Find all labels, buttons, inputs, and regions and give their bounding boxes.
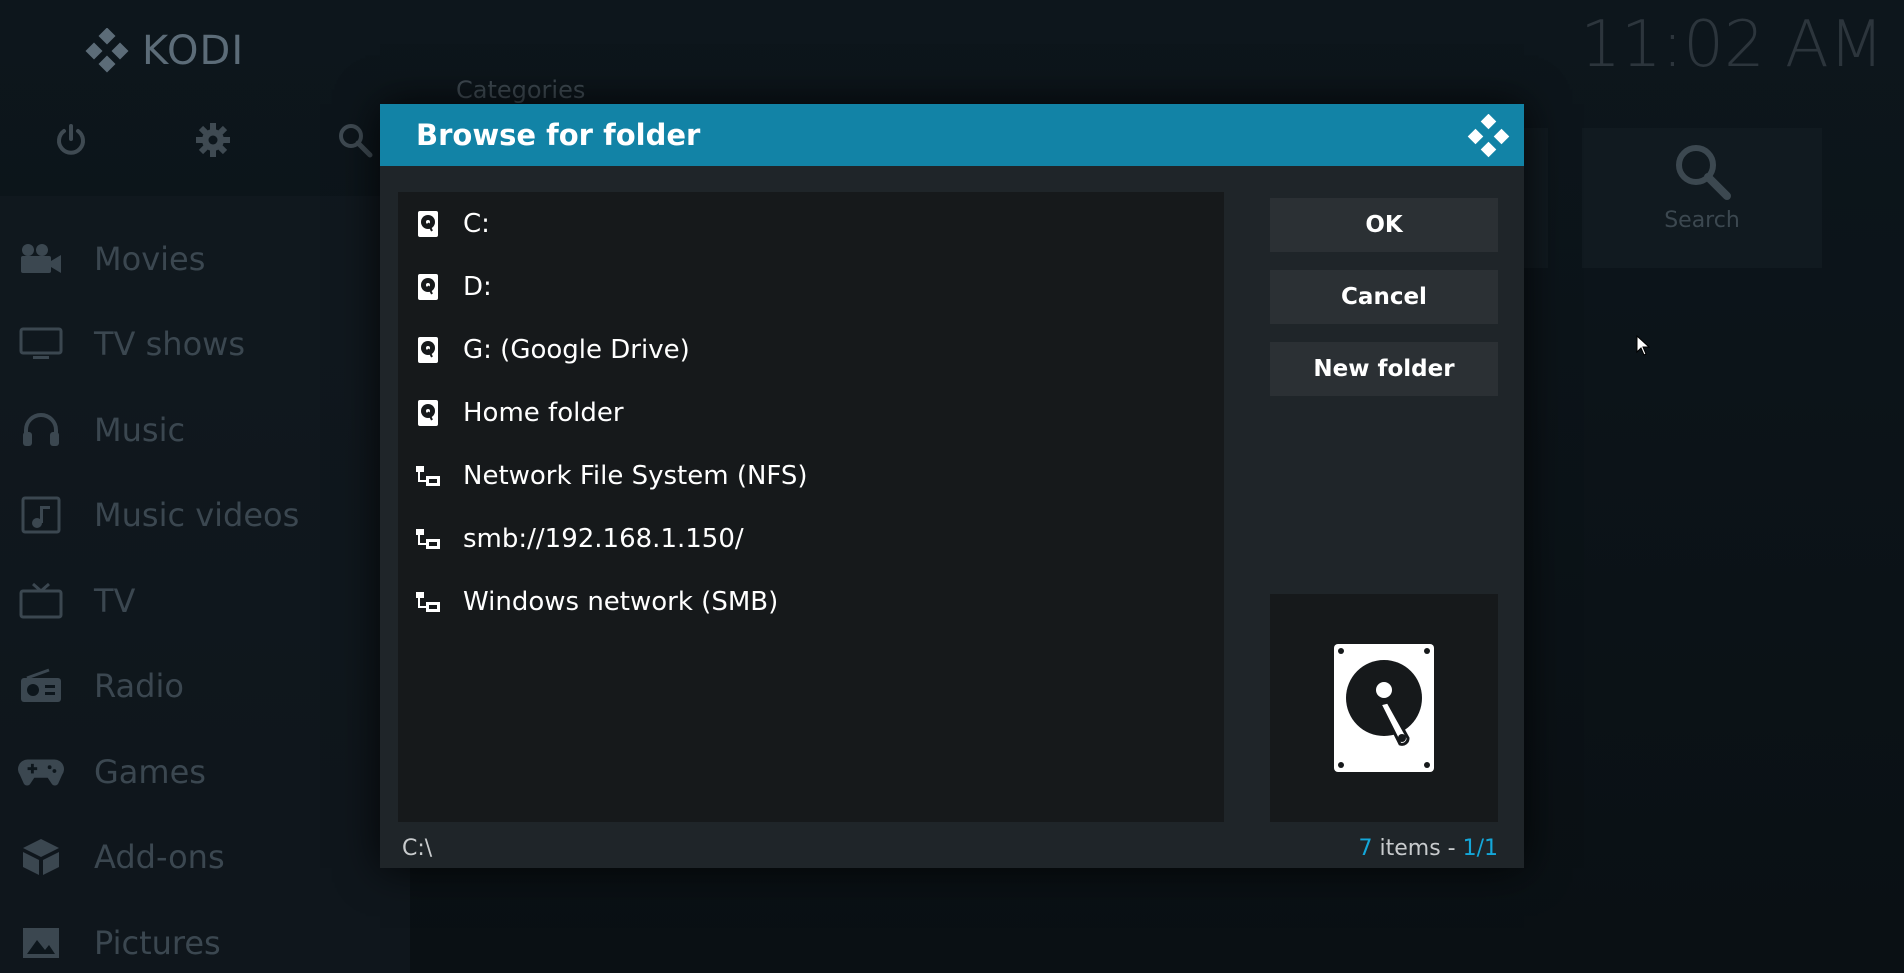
new-folder-button[interactable]: New folder [1270, 342, 1498, 396]
network-icon [415, 588, 441, 616]
menu-item-tv-shows[interactable]: TV shows [0, 302, 410, 388]
menu-label: TV [94, 581, 136, 620]
item-count-number: 7 [1358, 836, 1373, 861]
menu-label: Movies [94, 239, 206, 278]
menu-item-movies[interactable]: Movies [0, 216, 410, 302]
folder-list: C: D: G: (Google Drive) Home folder Netw… [398, 192, 1224, 822]
list-item-label: smb://192.168.1.150/ [463, 523, 744, 554]
list-item-label: Home folder [463, 397, 624, 428]
list-item-label: G: (Google Drive) [463, 334, 690, 365]
radio-icon [18, 666, 64, 706]
movie-camera-icon [18, 239, 64, 279]
close-icon[interactable] [1466, 114, 1510, 158]
cancel-button[interactable]: Cancel [1270, 270, 1498, 324]
hard-drive-icon [415, 336, 441, 364]
menu-item-radio[interactable]: Radio [0, 644, 410, 730]
settings-button[interactable] [142, 115, 284, 165]
addons-box-icon [18, 837, 64, 877]
kodi-logo: KODI [84, 28, 244, 74]
list-item-label: D: [463, 271, 492, 302]
menu-item-music-videos[interactable]: Music videos [0, 473, 410, 559]
search-tile-label: Search [1664, 208, 1740, 233]
menu-item-tv[interactable]: TV [0, 558, 410, 644]
list-item-label: Windows network (SMB) [463, 586, 779, 617]
list-item-g-drive[interactable]: G: (Google Drive) [398, 318, 1224, 381]
menu-item-addons[interactable]: Add-ons [0, 815, 410, 901]
gamepad-icon [18, 752, 64, 792]
logo-text: KODI [142, 28, 245, 74]
menu-item-games[interactable]: Games [0, 729, 410, 815]
kodi-logo-icon [85, 28, 129, 73]
categories-label: Categories [456, 76, 586, 104]
menu-label: TV shows [94, 325, 245, 364]
gear-icon [196, 123, 230, 157]
monitor-icon [18, 324, 64, 364]
menu-label: Games [94, 752, 206, 791]
menu-item-pictures[interactable]: Pictures [0, 900, 410, 973]
list-item-home-folder[interactable]: Home folder [398, 381, 1224, 444]
list-item-c-drive[interactable]: C: [398, 192, 1224, 255]
item-count: 7 items - 1/1 [1359, 836, 1499, 861]
preview-thumbnail [1270, 594, 1498, 822]
hard-drive-icon [1334, 644, 1434, 772]
menu-label: Radio [94, 667, 184, 706]
menu-label: Add-ons [94, 838, 225, 877]
menu-label: Music [94, 410, 186, 449]
dialog-title: Browse for folder [416, 118, 701, 152]
hard-drive-icon [415, 210, 441, 238]
clock: 11:02 AM [1580, 8, 1884, 82]
list-item-d-drive[interactable]: D: [398, 255, 1224, 318]
background-tile [1522, 128, 1548, 268]
mouse-cursor-icon [1636, 335, 1650, 356]
ok-button[interactable]: OK [1270, 198, 1498, 252]
page-indicator: 1/1 [1462, 836, 1498, 861]
music-video-icon [18, 495, 64, 535]
menu-label: Music videos [94, 496, 300, 535]
network-icon [415, 462, 441, 490]
search-icon [339, 124, 373, 158]
tv-icon [18, 581, 64, 621]
menu-label: Pictures [94, 923, 221, 962]
browse-folder-dialog: Browse for folder C: D: G: (Google Drive… [380, 104, 1524, 868]
item-count-text: items - [1372, 836, 1463, 861]
hard-drive-icon [415, 273, 441, 301]
list-item-smb-address[interactable]: smb://192.168.1.150/ [398, 507, 1224, 570]
menu-item-music[interactable]: Music [0, 387, 410, 473]
top-icon-bar [0, 115, 426, 165]
headphones-icon [18, 410, 64, 450]
dialog-header: Browse for folder [380, 104, 1524, 166]
search-tile[interactable]: Search [1582, 128, 1822, 268]
power-icon [57, 124, 85, 155]
search-icon [1676, 145, 1731, 200]
power-button[interactable] [0, 115, 142, 165]
list-item-nfs[interactable]: Network File System (NFS) [398, 444, 1224, 507]
list-item-label: Network File System (NFS) [463, 460, 808, 491]
main-menu: Movies TV shows Music Music videos TV Ra… [0, 216, 410, 973]
list-item-label: C: [463, 208, 490, 239]
pictures-icon [18, 923, 64, 963]
current-path: C:\ [402, 836, 433, 861]
list-item-windows-network[interactable]: Windows network (SMB) [398, 570, 1224, 633]
hard-drive-icon [415, 399, 441, 427]
network-icon [415, 525, 441, 553]
